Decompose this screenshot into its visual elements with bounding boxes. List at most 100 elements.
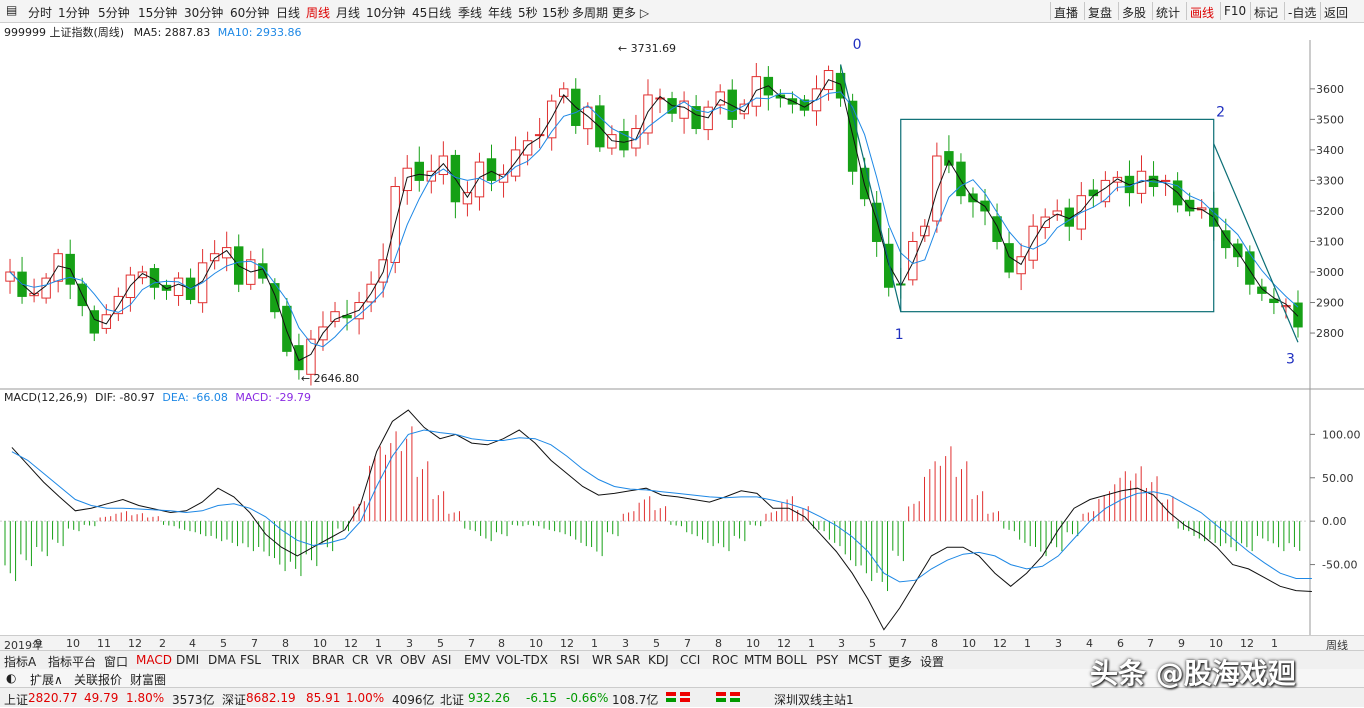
trend-line-0-1	[839, 64, 902, 312]
time-axis-label: 12	[344, 637, 358, 650]
indicator-tab-14[interactable]: VOL-TDX	[496, 653, 548, 667]
indicator-tab-11[interactable]: OBV	[400, 653, 426, 667]
candle-body	[294, 345, 304, 371]
indicator-tab-25[interactable]: 更多	[888, 653, 912, 670]
candle-body	[1184, 199, 1195, 212]
nb-percent: -0.66%	[566, 691, 609, 705]
candle-body	[1233, 243, 1243, 258]
candle-body	[53, 253, 63, 282]
time-axis-label: 8	[498, 637, 505, 650]
sub-tab-0[interactable]: 扩展∧	[30, 671, 63, 688]
indicator-tab-24[interactable]: MCST	[848, 653, 882, 667]
candle-body	[173, 277, 184, 296]
indicator-tab-21[interactable]: MTM	[744, 653, 772, 667]
time-axis-label: 2	[159, 637, 166, 650]
indicator-tab-10[interactable]: VR	[376, 653, 393, 667]
indicator-tab-4[interactable]: DMI	[176, 653, 199, 667]
indicator-tab-12[interactable]: ASI	[432, 653, 451, 667]
time-axis-label: 3	[1055, 637, 1062, 650]
time-axis-label: 4	[1086, 637, 1093, 650]
time-axis-label: 5	[653, 637, 660, 650]
low-price-label: ← 2646.80	[301, 372, 359, 385]
indicator-tab-5[interactable]: DMA	[208, 653, 236, 667]
candle-body	[715, 91, 725, 106]
price-tick-label: 3400	[1316, 144, 1344, 157]
nb-price: 932.26	[468, 691, 510, 705]
candle-body	[101, 314, 112, 329]
time-axis-label: 10	[962, 637, 976, 650]
sh-amount: 3573亿	[172, 693, 215, 707]
time-axis-label: 10	[66, 637, 80, 650]
time-axis-label: 10	[746, 637, 760, 650]
indicator-tab-15[interactable]: RSI	[560, 653, 580, 667]
time-axis-label: 4	[189, 637, 196, 650]
time-axis-label: 3	[838, 637, 845, 650]
time-axis-label: 12	[1240, 637, 1254, 650]
indicator-tab-18[interactable]: KDJ	[648, 653, 669, 667]
indicator-tab-2[interactable]: 窗口	[104, 653, 128, 670]
price-tick-label: 3000	[1316, 266, 1344, 279]
indicator-tab-26[interactable]: 设置	[920, 653, 944, 670]
macd-tick-label: 100.00	[1322, 428, 1361, 441]
indicator-tab-20[interactable]: ROC	[712, 653, 738, 667]
time-axis-label: 7	[900, 637, 907, 650]
time-axis-label: 7	[251, 637, 258, 650]
time-axis-label: 5	[437, 637, 444, 650]
macd-tick-label: 0.00	[1322, 515, 1347, 528]
time-axis-label: 1	[808, 637, 815, 650]
time-axis-label: 8	[715, 637, 722, 650]
indicator-tab-9[interactable]: CR	[352, 653, 369, 667]
time-axis-label: 3	[622, 637, 629, 650]
indicator-tab-17[interactable]: SAR	[616, 653, 640, 667]
candle-body	[956, 161, 966, 197]
candle-body	[510, 149, 521, 177]
time-axis-label: 1	[1024, 637, 1031, 650]
candle-body	[209, 253, 220, 262]
wave-label-p3: 3	[1286, 352, 1295, 368]
time-axis-label: 6	[1117, 637, 1124, 650]
indicator-tab-0[interactable]: 指标A	[4, 653, 36, 670]
indicator-tab-23[interactable]: PSY	[816, 653, 838, 667]
indicator-tab-8[interactable]: BRAR	[312, 653, 345, 667]
indicator-tab-13[interactable]: EMV	[464, 653, 490, 667]
sz-label: 深证	[222, 693, 247, 707]
time-axis-label: 9	[1178, 637, 1185, 650]
indicator-tab-1[interactable]: 指标平台	[48, 653, 96, 670]
time-axis-label: 1	[1271, 637, 1278, 650]
candle-body	[1245, 251, 1255, 285]
price-tick-label: 3200	[1316, 205, 1344, 218]
time-axis-label: 5	[869, 637, 876, 650]
sh-percent: 1.80%	[126, 691, 165, 705]
sub-tab-1[interactable]: 关联报价	[74, 671, 122, 688]
price-tick-label: 2900	[1316, 297, 1344, 310]
sub-tab-2[interactable]: 财富圈	[130, 671, 166, 688]
indicator-tab-6[interactable]: FSL	[240, 653, 261, 667]
price-tick-label: 3600	[1316, 83, 1344, 96]
time-axis-label: 10	[313, 637, 327, 650]
candle-body	[871, 202, 882, 242]
toggle-icon[interactable]: ◐	[6, 671, 16, 685]
ma10-line	[9, 91, 1299, 348]
indicator-tab-3[interactable]: MACD	[136, 653, 172, 667]
sz-price: 8682.19	[246, 691, 296, 705]
sh-price: 2820.77	[28, 691, 78, 705]
time-axis-label: 8	[931, 637, 938, 650]
dif-line	[11, 409, 1312, 631]
candle-body	[727, 89, 737, 120]
candle-body	[583, 106, 593, 130]
indicator-tab-22[interactable]: BOLL	[776, 653, 807, 667]
indicator-tab-19[interactable]: CCI	[680, 653, 700, 667]
candle-body	[932, 155, 942, 222]
time-axis-label: 10	[529, 637, 543, 650]
candle-body	[438, 155, 449, 176]
sh-label: 上证	[4, 693, 29, 707]
indicator-tab-16[interactable]: WR	[592, 653, 612, 667]
nb-label: 北证	[440, 693, 465, 707]
wave-label-p0: 0	[853, 37, 862, 53]
candle-body	[1100, 179, 1111, 203]
time-axis-label: 7	[468, 637, 475, 650]
candle-body	[486, 158, 497, 181]
indicator-tab-7[interactable]: TRIX	[272, 653, 299, 667]
chart-canvas[interactable]: 360035003400330032003100300029002800100.…	[0, 0, 1364, 707]
candle-body	[5, 271, 15, 282]
